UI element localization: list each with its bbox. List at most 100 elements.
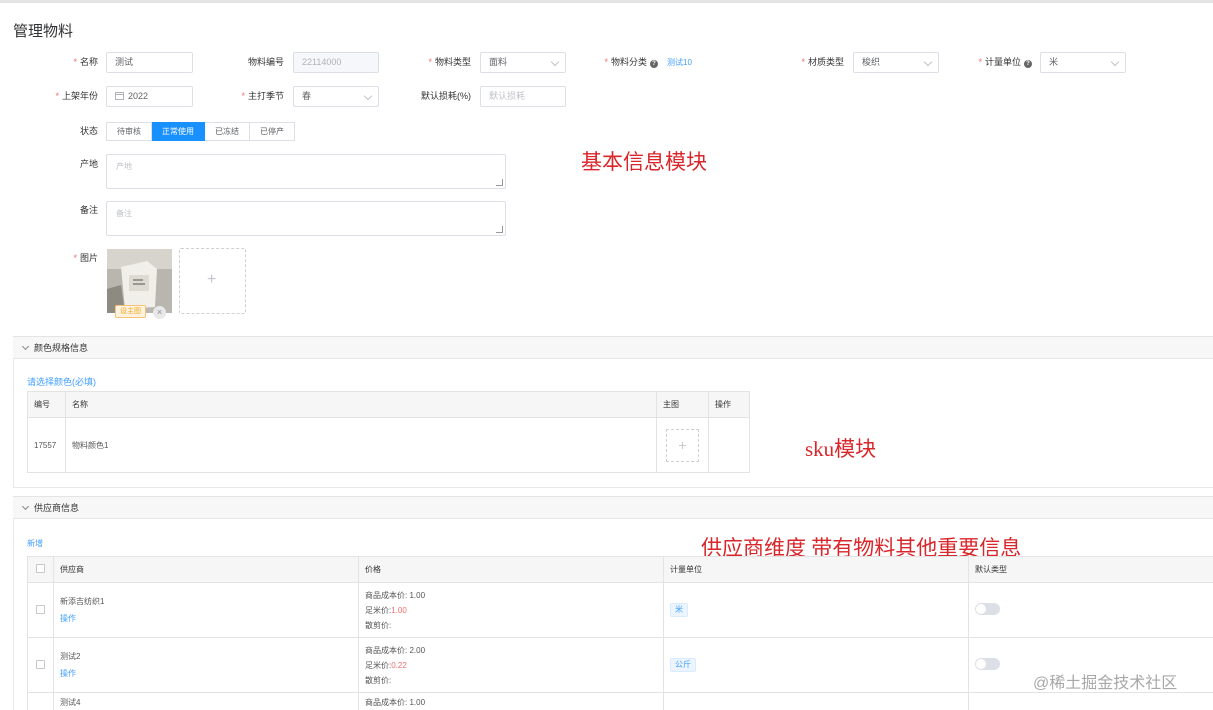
supplier-cell: 测试2 操作	[53, 637, 359, 693]
supplier-name: 新添吉纺织1	[60, 597, 105, 606]
close-icon[interactable]: ×	[153, 306, 166, 319]
page-title: 管理物料	[13, 23, 74, 40]
year-label: 上架年份	[40, 86, 98, 106]
row-checkbox[interactable]	[36, 659, 45, 669]
unit-select[interactable]: 米	[1040, 52, 1126, 73]
year-value: 2022	[128, 91, 149, 101]
column-header-unit: 计量单位	[663, 556, 969, 583]
unit-value: 米	[1049, 57, 1059, 67]
meter-price-value: 0.22	[391, 660, 407, 670]
supplier-action-link[interactable]: 操作	[60, 665, 352, 682]
origin-label: 产地	[79, 159, 98, 169]
color-table: 编号 名称 主图 操作 17557 物料颜色1 +	[27, 391, 750, 473]
bulk-price: 散剪价:	[365, 675, 392, 685]
unit-cell: 公斤	[663, 637, 969, 693]
cost-price: 商品成本价: 1.00	[365, 698, 426, 707]
status-option-active[interactable]: 正常使用	[152, 122, 205, 141]
select-all-checkbox[interactable]	[36, 564, 45, 573]
origin-textarea[interactable]: 产地	[106, 154, 506, 189]
color-image-cell: +	[656, 417, 709, 473]
supplier-cell: 新添吉纺织1 操作	[53, 582, 359, 638]
season-select[interactable]: 春	[293, 86, 379, 107]
default-type-cell	[968, 692, 1213, 710]
watermark: @稀土掘金技术社区	[1033, 675, 1178, 692]
unit-cell	[663, 692, 969, 710]
material-value: 梭织	[862, 57, 881, 67]
top-border	[0, 0, 1213, 3]
question-icon[interactable]: ?	[650, 60, 658, 68]
material-thumbnail[interactable]	[107, 249, 172, 313]
unit-label-text: 计量单位	[978, 57, 1021, 67]
row-select-cell	[27, 637, 54, 693]
color-actions-cell	[708, 417, 750, 473]
set-main-image-badge[interactable]: 设主图	[115, 305, 146, 318]
season-value: 春	[302, 91, 312, 101]
meter-price-label: 足米价:	[365, 605, 392, 615]
bulk-price: 散剪价:	[365, 620, 392, 630]
meter-price: 足米价:0.22	[365, 658, 657, 673]
status-option-frozen[interactable]: 已冻结	[205, 122, 250, 141]
supplier-action-link[interactable]: 操作	[60, 610, 352, 627]
season-label: 主打季节	[230, 86, 284, 106]
supplier-section-header[interactable]: 供应商信息	[13, 496, 1213, 519]
chevron-down-icon	[550, 57, 560, 67]
chevron-down-icon	[21, 502, 30, 511]
code-input: 22114000	[293, 52, 379, 73]
choose-color-link[interactable]: 请选择颜色(必填)	[27, 375, 96, 388]
year-picker[interactable]: 2022	[106, 86, 193, 107]
material-select[interactable]: 梭织	[853, 52, 939, 73]
default-type-toggle[interactable]	[975, 658, 1000, 670]
color-name-cell: 物料颜色1	[65, 417, 657, 473]
supplier-cell: 测试4	[53, 692, 359, 710]
name-label: 名称	[60, 52, 98, 72]
loss-label: 默认损耗(%)	[421, 91, 471, 101]
color-id-cell: 17557	[27, 417, 66, 473]
cost-price: 商品成本价: 1.00	[365, 590, 426, 600]
name-input[interactable]: 测试	[106, 52, 193, 73]
calendar-icon	[115, 92, 124, 100]
type-select[interactable]: 面料	[480, 52, 566, 73]
status-option-discontinued[interactable]: 已停产	[250, 122, 295, 141]
column-header-main-image: 主图	[656, 391, 709, 418]
supplier-name: 测试4	[60, 698, 81, 707]
meter-price-value: 1.00	[391, 605, 407, 615]
unit-tag: 米	[670, 603, 688, 617]
column-header-supplier: 供应商	[53, 556, 359, 583]
meter-price: 足米价:1.00	[365, 603, 657, 618]
row-select-cell	[27, 582, 54, 638]
status-label: 状态	[79, 126, 98, 136]
image-upload-button[interactable]: +	[179, 248, 246, 314]
code-label: 物料编号	[247, 57, 284, 67]
price-cell: 商品成本价: 1.00 足米价:1.00 散剪价:	[358, 582, 664, 638]
supplier-name: 测试2	[60, 652, 81, 661]
loss-input[interactable]: 默认损耗	[480, 86, 566, 107]
supplier-section-title: 供应商信息	[34, 503, 80, 513]
origin-placeholder: 产地	[116, 162, 132, 171]
unit-cell: 米	[663, 582, 969, 638]
remark-textarea[interactable]: 备注	[106, 201, 506, 236]
resize-handle-icon[interactable]	[496, 179, 503, 186]
row-checkbox[interactable]	[36, 604, 45, 614]
status-option-pending[interactable]: 待审核	[106, 122, 152, 141]
plus-icon[interactable]: +	[666, 428, 699, 462]
column-header-name: 名称	[65, 391, 657, 418]
unit-tag: 公斤	[670, 658, 696, 672]
resize-handle-icon[interactable]	[496, 226, 503, 233]
color-section-header[interactable]: 颜色规格信息	[13, 336, 1213, 359]
remark-label: 备注	[79, 205, 98, 215]
price-cell: 商品成本价: 2.00 足米价:0.22 散剪价:	[358, 637, 664, 693]
material-label: 材质类型	[790, 52, 844, 72]
material-photo-image	[107, 249, 172, 313]
default-type-toggle[interactable]	[975, 603, 1000, 615]
type-value: 面料	[489, 57, 508, 67]
question-icon[interactable]: ?	[1024, 60, 1032, 68]
table-row: 新添吉纺织1 操作 商品成本价: 1.00 足米价:1.00 散剪价: 米	[27, 582, 1213, 638]
column-header-price: 价格	[358, 556, 664, 583]
select-all-cell	[27, 556, 54, 583]
category-label: 物料分类?	[598, 52, 658, 72]
category-link[interactable]: 测试10	[667, 57, 692, 68]
add-supplier-link[interactable]: 新增	[27, 538, 43, 549]
default-type-cell	[968, 582, 1213, 638]
chevron-down-icon	[21, 342, 30, 351]
chevron-down-icon	[363, 91, 373, 101]
